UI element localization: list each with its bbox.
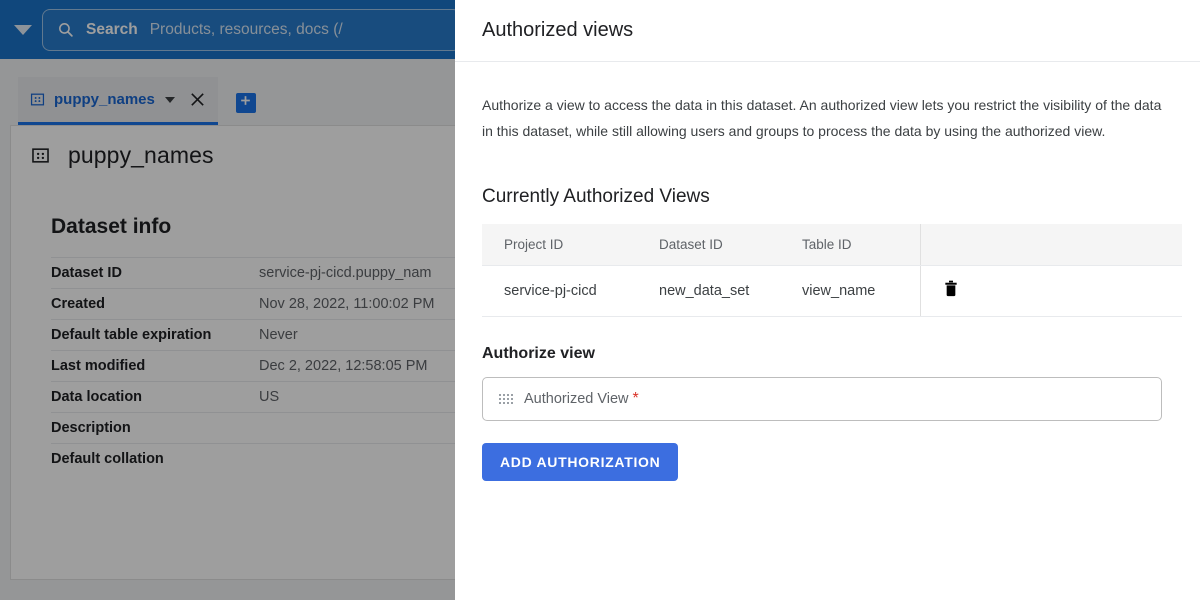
row-value: US: [259, 389, 280, 405]
table-row: Description: [51, 412, 455, 444]
dataset-info-heading: Dataset info: [51, 215, 172, 238]
required-marker: *: [632, 390, 639, 407]
authorized-views-table: Project ID Dataset ID Table ID service-p…: [482, 224, 1182, 317]
row-key: Dataset ID: [51, 265, 122, 281]
trash-icon[interactable]: [943, 280, 959, 298]
authorized-views-dialog: Authorized views Authorize a view to acc…: [455, 0, 1200, 600]
cell-project-id: service-pj-cicd: [482, 265, 637, 317]
screen-root: Search Products, resources, docs (/ pupp…: [0, 0, 1200, 600]
authorized-view-input[interactable]: Authorized View *: [482, 377, 1162, 421]
row-value: Dec 2, 2022, 12:58:05 PM: [259, 358, 428, 374]
row-key: Default table expiration: [51, 327, 212, 343]
add-tab-button[interactable]: [235, 93, 256, 113]
dialog-description: Authorize a view to access the data in t…: [482, 97, 1162, 139]
row-key: Created: [51, 296, 105, 312]
table-row: Last modified Dec 2, 2022, 12:58:05 PM: [51, 350, 455, 382]
cell-actions: [919, 265, 1182, 317]
top-navigation-bar: Search Products, resources, docs (/: [0, 0, 455, 59]
column-header-table-id: Table ID: [780, 224, 920, 266]
tab-strip: puppy_names: [0, 59, 455, 125]
table-header-row: Project ID Dataset ID Table ID: [482, 224, 1182, 266]
row-key: Description: [51, 420, 131, 436]
row-key: Last modified: [51, 358, 146, 374]
page-title-row: puppy_names: [11, 126, 455, 169]
dataset-grid-icon: [30, 92, 45, 107]
tab-label: puppy_names: [54, 91, 155, 108]
column-header-dataset-id: Dataset ID: [637, 224, 780, 266]
cell-table-id: view_name: [780, 265, 920, 317]
table-row: Created Nov 28, 2022, 11:00:02 PM: [51, 288, 455, 320]
table-row: Dataset ID service-pj-cicd.puppy_nam: [51, 257, 455, 289]
dialog-body: Authorize a view to access the data in t…: [455, 62, 1200, 481]
chevron-down-icon[interactable]: [14, 24, 32, 35]
caret-down-icon[interactable]: [164, 96, 175, 103]
table-row: service-pj-cicd new_data_set view_name: [482, 265, 1182, 317]
column-header-actions: [919, 224, 1182, 266]
add-authorization-button[interactable]: ADD AUTHORIZATION: [482, 443, 679, 481]
background-app: Search Products, resources, docs (/ pupp…: [0, 0, 455, 600]
plus-icon: [239, 94, 252, 112]
search-label: Search: [86, 20, 138, 38]
page-title: puppy_names: [68, 142, 214, 168]
row-value: [259, 413, 455, 444]
row-value: Never: [259, 327, 298, 343]
authorize-view-heading: Authorize view: [482, 345, 595, 362]
authorized-view-placeholder: Authorized View: [524, 391, 629, 407]
dialog-title: Authorized views: [482, 19, 634, 41]
table-row: Default table expiration Never: [51, 319, 455, 351]
dataset-grid-icon: [31, 146, 50, 165]
table-row: Default collation: [51, 443, 455, 475]
current-views-heading: Currently Authorized Views: [482, 186, 710, 207]
close-icon[interactable]: [189, 91, 206, 108]
column-header-project-id: Project ID: [482, 224, 637, 266]
row-value: service-pj-cicd.puppy_nam: [259, 265, 432, 281]
table-row: Data location US: [51, 381, 455, 413]
search-placeholder-text: Products, resources, docs (/: [149, 20, 343, 38]
dataset-detail-card: puppy_names Dataset info Dataset ID serv…: [10, 125, 455, 580]
row-key: Data location: [51, 389, 143, 405]
search-input[interactable]: Search Products, resources, docs (/: [42, 8, 455, 51]
tab-puppy-names[interactable]: puppy_names: [18, 77, 218, 125]
row-value: [259, 444, 455, 475]
row-value: Nov 28, 2022, 11:00:02 PM: [259, 296, 435, 312]
search-icon: [57, 21, 74, 38]
dataset-info-table: Dataset ID service-pj-cicd.puppy_nam Cre…: [51, 257, 455, 474]
dot-grid-icon: [499, 394, 513, 404]
cell-dataset-id: new_data_set: [637, 265, 780, 317]
dialog-header: Authorized views: [455, 0, 1200, 62]
row-key: Default collation: [51, 451, 164, 467]
